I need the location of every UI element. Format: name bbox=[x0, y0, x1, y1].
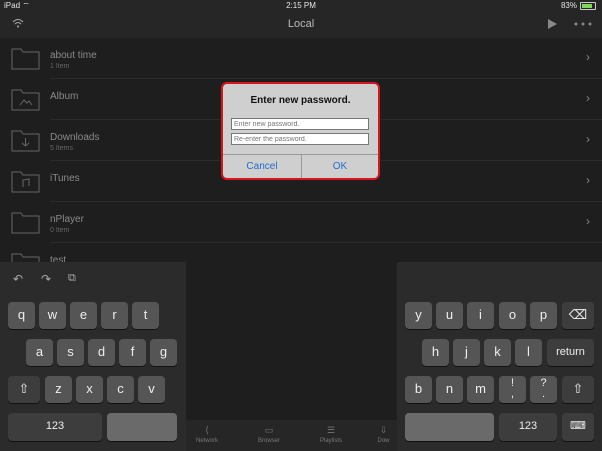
undo-icon[interactable]: ↶ bbox=[13, 272, 23, 286]
key-g[interactable]: g bbox=[150, 339, 177, 366]
key-l[interactable]: l bbox=[515, 339, 542, 366]
key-h[interactable]: h bbox=[422, 339, 449, 366]
key-m[interactable]: m bbox=[467, 376, 494, 403]
item-count: 5 Items bbox=[50, 145, 73, 152]
network-icon: ⟨ bbox=[205, 425, 209, 435]
more-icon[interactable] bbox=[574, 22, 592, 26]
key-z[interactable]: z bbox=[45, 376, 72, 403]
item-name: test bbox=[50, 255, 67, 262]
space-key-left[interactable] bbox=[107, 413, 177, 441]
folder-icon bbox=[11, 253, 40, 262]
ok-button[interactable]: OK bbox=[302, 154, 378, 180]
redo-icon[interactable]: ↷ bbox=[41, 272, 51, 286]
music-folder-icon bbox=[11, 171, 40, 193]
tab-network[interactable]: ⟨ Network bbox=[186, 420, 228, 444]
downloads-folder-icon bbox=[11, 130, 40, 152]
key-y[interactable]: y bbox=[405, 302, 432, 329]
key-f[interactable]: f bbox=[119, 339, 146, 366]
playlists-icon: ☰ bbox=[326, 425, 336, 435]
key-c[interactable]: c bbox=[107, 376, 134, 403]
chevron-right-icon: › bbox=[586, 173, 590, 187]
key-a[interactable]: a bbox=[26, 339, 53, 366]
key-n[interactable]: n bbox=[436, 376, 463, 403]
shift-left-icon[interactable]: ⇧ bbox=[8, 376, 40, 403]
key-s[interactable]: s bbox=[57, 339, 84, 366]
key-p[interactable]: p bbox=[530, 302, 557, 329]
return-key[interactable]: return bbox=[547, 339, 594, 366]
list-item[interactable]: about time 1 Item › bbox=[0, 38, 602, 79]
key-d[interactable]: d bbox=[88, 339, 115, 366]
item-name: about time bbox=[50, 50, 97, 61]
backspace-icon[interactable]: ⌫ bbox=[562, 302, 594, 329]
key-w[interactable]: w bbox=[39, 302, 66, 329]
dismiss-keyboard-icon[interactable]: ⌨ bbox=[562, 413, 594, 441]
play-icon[interactable] bbox=[547, 18, 558, 30]
tab-playlists[interactable]: ☰ Playlists bbox=[310, 420, 352, 444]
nav-bar: Local bbox=[0, 12, 602, 38]
folder-icon bbox=[11, 48, 40, 70]
chevron-right-icon: › bbox=[586, 214, 590, 228]
clock: 2:15 PM bbox=[286, 1, 316, 10]
key-x[interactable]: x bbox=[76, 376, 103, 403]
item-count: 0 Item bbox=[50, 227, 70, 234]
shift-right-icon[interactable]: ⇧ bbox=[562, 376, 594, 403]
confirm-password-input[interactable] bbox=[231, 133, 369, 145]
chevron-right-icon: › bbox=[586, 50, 590, 64]
key-v[interactable]: v bbox=[138, 376, 165, 403]
key-b[interactable]: b bbox=[405, 376, 432, 403]
space-key-right[interactable] bbox=[405, 413, 494, 441]
key-question-period[interactable]: ? . bbox=[530, 376, 557, 403]
new-password-input[interactable] bbox=[231, 118, 369, 130]
folder-icon bbox=[11, 212, 40, 234]
keyboard-left: ↶ ↷ ⧉ q w e r t a s d f g ⇧ z x c v 123 bbox=[0, 262, 186, 451]
key-o[interactable]: o bbox=[499, 302, 526, 329]
password-dialog: Enter new password. Cancel OK bbox=[221, 82, 380, 180]
key-u[interactable]: u bbox=[436, 302, 463, 329]
browser-icon: ▭ bbox=[264, 425, 274, 435]
key-exclaim-comma[interactable]: ! , bbox=[499, 376, 526, 403]
item-name: Album bbox=[50, 91, 79, 102]
paste-icon[interactable]: ⧉ bbox=[68, 272, 76, 285]
chevron-right-icon: › bbox=[586, 91, 590, 105]
dialog-title: Enter new password. bbox=[250, 95, 351, 106]
item-name: nPlayer bbox=[50, 214, 84, 225]
cancel-button[interactable]: Cancel bbox=[223, 154, 301, 180]
item-name: iTunes bbox=[50, 173, 80, 184]
key-q[interactable]: q bbox=[8, 302, 35, 329]
list-item[interactable]: nPlayer 0 Item › bbox=[0, 202, 602, 243]
album-folder-icon bbox=[11, 89, 40, 111]
battery-icon bbox=[580, 1, 596, 10]
downloads-icon: ⇩ bbox=[379, 425, 388, 435]
key-t[interactable]: t bbox=[132, 302, 159, 329]
page-title: Local bbox=[287, 18, 315, 30]
status-bar: iPad ⌔ 2:15 PM 83% bbox=[0, 0, 602, 12]
tab-bar: ⟨ Network ▭ Browser ☰ Playlists ⇩ Dow bbox=[186, 420, 397, 451]
key-r[interactable]: r bbox=[101, 302, 128, 329]
key-e[interactable]: e bbox=[70, 302, 97, 329]
item-count: 1 Item bbox=[50, 63, 70, 70]
numbers-key-right[interactable]: 123 bbox=[499, 413, 557, 441]
keyboard-right: y u i o p ⌫ h j k l return b n m ! , ? .… bbox=[397, 262, 602, 451]
tab-downloads[interactable]: ⇩ Dow bbox=[370, 420, 397, 444]
key-i[interactable]: i bbox=[467, 302, 494, 329]
item-name: Downloads bbox=[50, 132, 100, 143]
list-item[interactable]: test bbox=[0, 243, 602, 262]
numbers-key-left[interactable]: 123 bbox=[8, 413, 102, 441]
key-j[interactable]: j bbox=[453, 339, 480, 366]
chevron-right-icon: › bbox=[586, 132, 590, 146]
key-k[interactable]: k bbox=[484, 339, 511, 366]
tab-browser[interactable]: ▭ Browser bbox=[248, 420, 290, 444]
battery-indicator: 83% bbox=[561, 1, 596, 10]
